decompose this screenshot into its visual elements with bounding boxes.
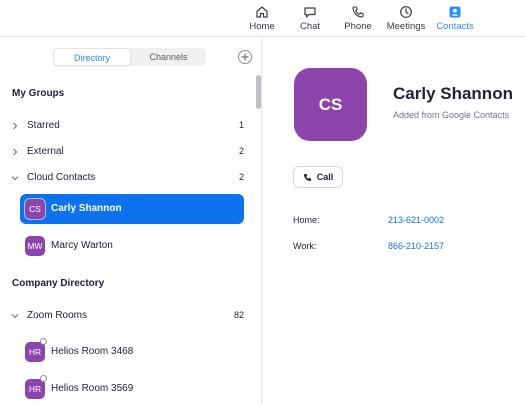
contacts-icon [447,5,463,19]
nav-home[interactable]: Home [248,0,276,37]
room-name: Helios Room 3569 [51,383,134,394]
tab-directory[interactable]: Directory [53,48,131,66]
avatar: MW [25,236,45,256]
home-icon [254,5,270,19]
chevron-right-icon [13,122,18,130]
nav-chat-label: Chat [299,21,321,32]
nav-phone-label: Phone [344,21,372,32]
company-directory-heading: Company Directory [12,278,105,289]
room-item-helios-3468[interactable]: HR Helios Room 3468 [20,337,244,367]
tab-channels[interactable]: Channels [131,48,206,66]
my-groups-heading: My Groups [12,88,65,99]
room-item-helios-3569[interactable]: HR Helios Room 3569 [20,374,244,404]
group-name: Starred [27,120,60,131]
avatar: HR [25,342,45,362]
group-name: External [27,146,64,157]
contact-name: Marcy Warton [51,240,113,251]
chevron-right-icon [13,148,18,156]
presence-status-icon [40,338,47,345]
room-name: Helios Room 3468 [51,346,134,357]
work-phone-label: Work: [293,241,317,251]
contact-item-carly-shannon[interactable]: CS Carly Shannon [20,194,244,224]
contact-item-marcy-warton[interactable]: MW Marcy Warton [20,231,244,261]
chat-icon [302,5,318,19]
group-cloud-contacts[interactable]: Cloud Contacts 2 [0,168,255,188]
avatar: CS [25,199,45,219]
home-phone-link[interactable]: 213-621-0002 [388,215,444,225]
nav-phone[interactable]: Phone [342,0,374,37]
top-navigation: Home Chat Phone Meetings Contacts [0,0,525,37]
phone-icon [303,173,311,181]
presence-status-icon [40,375,47,382]
nav-meetings-label: Meetings [386,21,426,32]
phone-icon [350,5,366,19]
contact-name: Carly Shannon [51,203,122,214]
contacts-sidebar: Directory Channels My Groups Starred 1 E… [0,38,262,403]
plus-icon [241,53,249,61]
group-name: Zoom Rooms [27,310,88,321]
call-button-label: Call [316,172,334,182]
chevron-down-icon [11,176,19,181]
nav-chat[interactable]: Chat [296,0,324,37]
home-phone-label: Home: [293,215,320,225]
group-starred[interactable]: Starred 1 [0,116,255,136]
group-count: 1 [238,120,244,130]
group-external[interactable]: External 2 [0,142,255,162]
clock-icon [398,5,414,19]
add-contact-button[interactable] [238,50,252,64]
profile-name: Carly Shannon [393,84,513,103]
group-count: 2 [238,146,244,156]
profile-avatar: CS [294,68,367,141]
nav-home-label: Home [249,21,275,32]
group-count: 2 [238,172,244,182]
nav-contacts[interactable]: Contacts [436,0,474,37]
sidebar-scrollbar[interactable] [256,75,261,109]
nav-contacts-label: Contacts [436,21,474,32]
group-count: 82 [233,310,244,320]
avatar: HR [25,379,45,399]
call-button[interactable]: Call [293,166,343,188]
nav-meetings[interactable]: Meetings [386,0,426,37]
group-zoom-rooms[interactable]: Zoom Rooms 82 [0,306,255,326]
profile-source: Added from Google Contacts [393,110,510,120]
group-name: Cloud Contacts [27,172,96,183]
work-phone-link[interactable]: 866-210-2157 [388,241,444,251]
directory-channels-toggle: Directory Channels [53,48,206,66]
chevron-down-icon [11,314,19,319]
